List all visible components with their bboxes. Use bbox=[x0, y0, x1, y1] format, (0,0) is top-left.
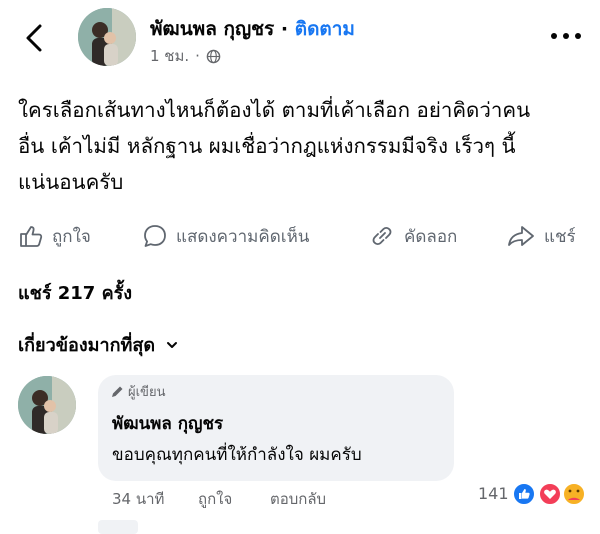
author-badge-label: ผู้เขียน bbox=[128, 385, 166, 400]
author-badge: ผู้เขียน bbox=[110, 381, 165, 402]
pen-icon bbox=[112, 386, 123, 397]
post-meta: 1 ชม. · bbox=[150, 44, 221, 68]
separator-dot: · bbox=[280, 18, 289, 40]
more-icon[interactable] bbox=[548, 28, 584, 44]
post-text-line: อื่น เค้าไม่มี หลักฐาน ผมเชื่อว่ากฎแห่งก… bbox=[18, 134, 516, 158]
care-reaction-icon bbox=[562, 482, 586, 506]
post-text-line: ใครเลือกเส้นทางไหนก็ต้องได้ ตามที่เค้าเล… bbox=[18, 98, 531, 122]
next-comment-preview bbox=[98, 520, 138, 534]
reactions-summary[interactable] bbox=[512, 482, 592, 506]
author-name[interactable]: พัฒนพล กุญชร bbox=[150, 18, 274, 40]
share-label: แชร์ bbox=[544, 226, 576, 247]
back-icon[interactable] bbox=[18, 18, 54, 58]
avatar-photo bbox=[78, 8, 136, 66]
post-timestamp[interactable]: 1 ชม. bbox=[150, 44, 189, 68]
comment-filter-label: เกี่ยวข้องมากที่สุด bbox=[18, 335, 156, 356]
like-button[interactable]: ถูกใจ bbox=[18, 218, 91, 254]
share-arrow-icon bbox=[508, 226, 534, 246]
comment-button[interactable]: แสดงความคิดเห็น bbox=[142, 218, 309, 254]
link-icon bbox=[372, 226, 392, 246]
comment-reply-button[interactable]: ตอบกลับ bbox=[270, 487, 326, 511]
share-button[interactable]: แชร์ bbox=[506, 218, 576, 254]
comment-filter-dropdown[interactable]: เกี่ยวข้องมากที่สุด bbox=[18, 330, 179, 359]
post-action-bar: ถูกใจ แสดงความคิดเห็น คัดลอก แชร์ bbox=[0, 218, 600, 254]
like-reaction-icon bbox=[512, 482, 536, 506]
love-reaction-icon bbox=[538, 482, 562, 506]
comment-author-name[interactable]: พัฒนพล กุญชร bbox=[112, 410, 223, 437]
post-text: ใครเลือกเส้นทางไหนก็ต้องได้ ตามที่เค้าเล… bbox=[18, 92, 588, 200]
reaction-count[interactable]: 141 bbox=[478, 484, 509, 503]
avatar-photo bbox=[18, 376, 76, 434]
comment-text: ขอบคุณทุกคนที่ให้กำลังใจ ผมครับ bbox=[112, 445, 362, 465]
globe-icon bbox=[206, 49, 221, 63]
post-author-line: พัฒนพล กุญชร · ติดตาม bbox=[150, 14, 355, 44]
chevron-down-icon bbox=[167, 341, 178, 348]
post-text-line: แน่นอนครับ bbox=[18, 170, 124, 194]
commenter-avatar[interactable] bbox=[18, 376, 76, 434]
copy-label: คัดลอก bbox=[404, 226, 458, 247]
shares-count[interactable]: แชร์ 217 ครั้ง bbox=[18, 278, 132, 307]
comment-bubble-icon bbox=[144, 225, 166, 247]
author-avatar[interactable] bbox=[78, 8, 136, 66]
comment-time[interactable]: 34 นาที bbox=[112, 487, 164, 511]
follow-button[interactable]: ติดตาม bbox=[295, 18, 355, 40]
meta-dot: · bbox=[195, 47, 200, 65]
comment-like-button[interactable]: ถูกใจ bbox=[198, 487, 232, 511]
comment-label: แสดงความคิดเห็น bbox=[176, 226, 310, 247]
thumbs-up-icon bbox=[20, 226, 43, 247]
copy-link-button[interactable]: คัดลอก bbox=[368, 218, 457, 254]
like-label: ถูกใจ bbox=[52, 226, 91, 247]
